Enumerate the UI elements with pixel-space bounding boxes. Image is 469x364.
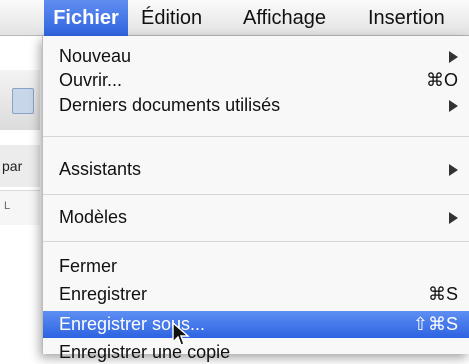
menu-item-label: Enregistrer bbox=[59, 284, 148, 304]
save-icon bbox=[12, 88, 34, 114]
submenu-arrow-icon bbox=[449, 212, 458, 224]
menu-affichage[interactable]: Affichage bbox=[243, 0, 326, 36]
menu-item-shortcut: ⌘S bbox=[427, 284, 458, 304]
menu-item-label: Derniers documents utilisés bbox=[59, 95, 281, 115]
menu-item-label: Fermer bbox=[59, 256, 117, 276]
menu-item-label: Assistants bbox=[59, 159, 142, 179]
menu-item-nouveau[interactable]: Nouveau bbox=[43, 44, 469, 68]
submenu-arrow-icon bbox=[449, 100, 458, 112]
fichier-dropdown-menu: Nouveau Ouvrir... ⌘O Derniers documents … bbox=[42, 36, 469, 362]
menu-item-enregistrer-copie[interactable]: Enregistrer une copie bbox=[43, 340, 469, 364]
paragraph-style-fragment: par bbox=[2, 158, 23, 174]
mouse-pointer-icon bbox=[172, 322, 190, 346]
menu-item-shortcut: ⇧⌘S bbox=[412, 314, 458, 334]
menu-separator bbox=[43, 136, 469, 137]
submenu-arrow-icon bbox=[449, 51, 458, 63]
menu-item-derniers-documents[interactable]: Derniers documents utilisés bbox=[43, 93, 469, 117]
menu-item-label: Nouveau bbox=[59, 46, 132, 66]
document-page bbox=[0, 225, 40, 355]
submenu-arrow-icon bbox=[449, 164, 458, 176]
menu-item-fermer[interactable]: Fermer bbox=[43, 254, 469, 278]
menu-separator bbox=[43, 194, 469, 195]
menu-item-assistants[interactable]: Assistants bbox=[43, 157, 469, 181]
menu-item-enregistrer-sous[interactable]: Enregistrer sous... ⇧⌘S bbox=[43, 311, 469, 338]
menu-edition[interactable]: Édition bbox=[141, 0, 202, 36]
menu-item-label: Modèles bbox=[59, 207, 128, 227]
ruler-mark: L bbox=[4, 200, 11, 212]
menu-item-ouvrir[interactable]: Ouvrir... ⌘O bbox=[43, 68, 469, 92]
menu-separator bbox=[43, 241, 469, 242]
menu-fichier[interactable]: Fichier bbox=[44, 0, 128, 36]
menu-item-label: Enregistrer une copie bbox=[59, 342, 231, 362]
menu-item-label: Ouvrir... bbox=[59, 70, 123, 90]
menu-item-enregistrer[interactable]: Enregistrer ⌘S bbox=[43, 282, 469, 306]
menu-insertion[interactable]: Insertion bbox=[368, 0, 445, 36]
menu-item-modeles[interactable]: Modèles bbox=[43, 205, 469, 229]
menu-bar: Fichier Édition Affichage Insertion bbox=[0, 0, 469, 36]
menu-item-shortcut: ⌘O bbox=[425, 70, 458, 90]
